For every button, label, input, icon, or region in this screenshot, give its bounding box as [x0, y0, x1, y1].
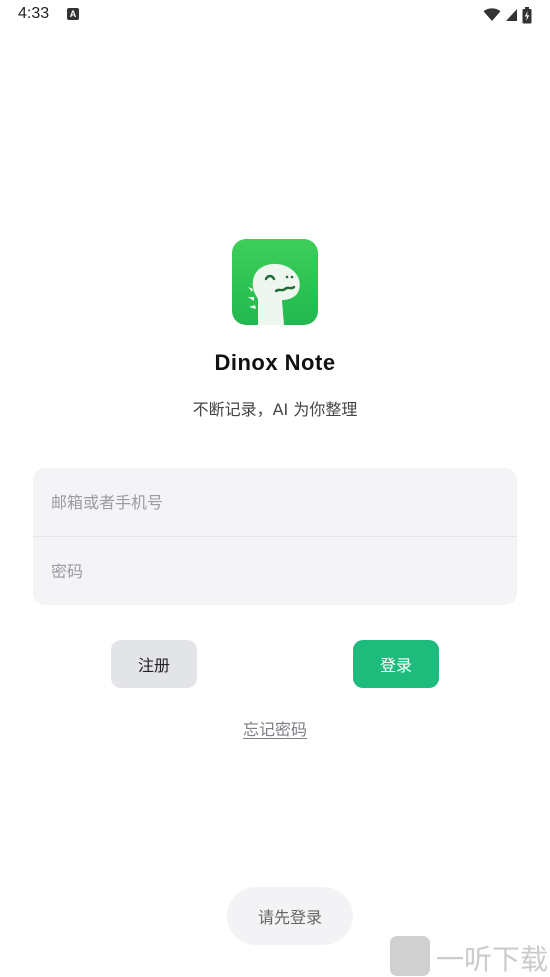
wifi-icon	[483, 8, 501, 21]
a-badge-icon: A	[67, 8, 79, 20]
email-or-phone-input[interactable]	[33, 468, 517, 536]
app-name: Dinox Note	[214, 350, 336, 375]
battery-charging-icon	[522, 6, 532, 23]
watermark-logo-icon	[390, 936, 430, 976]
watermark: 一听下载	[390, 934, 550, 977]
forgot-password-link[interactable]: 忘记密码	[243, 720, 307, 739]
login-screen: 4:33 A Dinox Note 不断记录，AI 为你整理 邮箱或者手机号 注…	[0, 0, 550, 977]
login-button[interactable]: 登录	[353, 640, 439, 688]
watermark-text: 一听下载	[436, 943, 549, 976]
cellular-signal-icon	[506, 9, 517, 21]
status-icons	[483, 6, 532, 24]
dinosaur-logo-icon	[232, 239, 318, 325]
password-input[interactable]	[33, 537, 517, 605]
email-field-row	[33, 468, 517, 536]
login-form	[33, 468, 517, 605]
register-button[interactable]: 注册	[111, 640, 197, 688]
forgot-password-row: 忘记密码	[0, 716, 550, 740]
toast-message: 请先登录	[227, 887, 353, 945]
status-bar: 4:33 A	[0, 0, 550, 32]
status-time: 4:33	[18, 5, 50, 22]
app-tagline: 不断记录，AI 为你整理	[192, 400, 358, 419]
password-field-row	[33, 537, 517, 605]
